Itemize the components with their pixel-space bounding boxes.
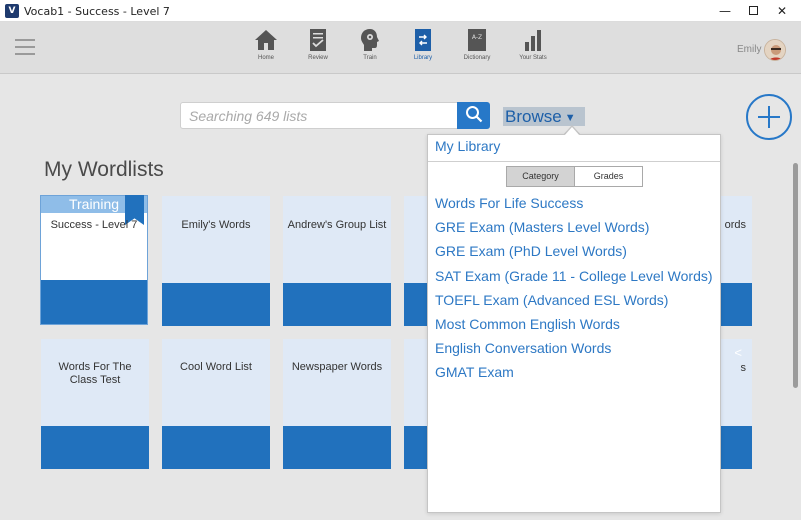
nav-dictionary-label: Dictionary — [463, 55, 491, 61]
vertical-scrollbar[interactable] — [793, 163, 798, 388]
train-icon — [361, 29, 379, 51]
category-item[interactable]: GRE Exam (Masters Level Words) — [435, 218, 713, 242]
wordlist-card[interactable]: Newspaper Words — [283, 339, 391, 469]
wordlist-card-name: ords — [724, 219, 746, 231]
wordlist-card-name: Words For The Class Test — [58, 361, 132, 386]
my-library-link[interactable]: My Library — [435, 138, 500, 154]
category-item[interactable]: Most Common English Words — [435, 315, 713, 339]
wordlist-card-name: Cool Word List — [180, 361, 252, 373]
wordlist-card-footer — [283, 426, 391, 469]
top-navigation: Home Review Train Library A-Z Dictionary — [0, 22, 801, 74]
menu-icon[interactable] — [15, 39, 35, 55]
nav-review[interactable]: Review — [292, 28, 344, 72]
dictionary-icon: A-Z — [468, 29, 486, 51]
stats-icon — [525, 30, 541, 51]
wordlist-card-footer — [283, 283, 391, 326]
nav-stats-label: Your Stats — [519, 55, 547, 61]
search-button[interactable] — [457, 102, 490, 129]
home-icon — [255, 30, 277, 50]
maximize-icon — [748, 6, 758, 15]
browse-menu: My Library Category Grades Words For Lif… — [427, 134, 721, 513]
wordlist-card-name: s — [740, 362, 747, 374]
wordlist-card[interactable] — [404, 196, 427, 326]
wordlist-card-footer — [721, 283, 752, 326]
wordlist-card-footer — [162, 426, 270, 469]
wordlist-card[interactable]: Cool Word List — [162, 339, 270, 469]
wordlist-card-name: Newspaper Words — [291, 361, 383, 373]
add-list-button[interactable] — [746, 94, 792, 140]
window-title: Vocab1 - Success - Level 7 — [24, 5, 170, 18]
wordlist-card-footer — [41, 280, 147, 324]
wordlist-card-footer — [404, 283, 427, 326]
nav-library[interactable]: Library — [397, 28, 449, 72]
share-icon[interactable]: < — [734, 345, 742, 360]
category-item[interactable]: SAT Exam (Grade 11 - College Level Words… — [435, 267, 713, 291]
nav-home-label: Home — [257, 55, 274, 61]
nav-stats[interactable]: Your Stats — [507, 28, 559, 72]
dropdown-pointer-inner — [564, 127, 580, 136]
wordlist-card[interactable]: < s — [721, 339, 752, 469]
nav-review-label: Review — [308, 55, 328, 61]
browse-dropdown[interactable]: Browse ▼ — [503, 107, 585, 126]
avatar[interactable] — [764, 39, 786, 61]
category-item[interactable]: TOEFL Exam (Advanced ESL Words) — [435, 291, 713, 315]
user-name[interactable]: Emily — [737, 44, 761, 55]
close-button[interactable]: ✕ — [763, 0, 801, 22]
wordlist-card-name: Success - Level 7 — [50, 219, 138, 231]
caret-down-icon: ▼ — [564, 112, 576, 124]
nav-home[interactable]: Home — [240, 28, 292, 72]
review-icon — [310, 29, 326, 51]
wordlist-card[interactable]: Words For The Class Test — [41, 339, 149, 469]
wordlist-card-footer — [721, 426, 752, 469]
wordlist-card-name: Andrew's Group List — [287, 219, 387, 231]
title-bar: V Vocab1 - Success - Level 7 — ✕ — [0, 0, 801, 22]
nav-dictionary[interactable]: A-Z Dictionary — [451, 28, 503, 72]
search-input[interactable] — [180, 102, 458, 129]
wordlist-card[interactable]: Emily's Words — [162, 196, 270, 326]
tab-grades[interactable]: Grades — [575, 166, 643, 187]
wordlist-card[interactable] — [404, 339, 427, 469]
app-icon: V — [5, 4, 19, 18]
divider — [428, 161, 720, 162]
svg-text:A-Z: A-Z — [472, 34, 482, 41]
category-item[interactable]: GRE Exam (PhD Level Words) — [435, 242, 713, 266]
wordlist-card-name: Emily's Words — [181, 219, 251, 231]
page-title: My Wordlists — [44, 158, 164, 181]
wordlist-card-footer — [162, 283, 270, 326]
nav-train[interactable]: Train — [344, 28, 396, 72]
category-item[interactable]: English Conversation Words — [435, 339, 713, 363]
nav-train-label: Train — [363, 55, 377, 61]
wordlist-card[interactable]: Andrew's Group List — [283, 196, 391, 326]
wordlist-card-footer — [41, 426, 149, 469]
search-icon — [465, 106, 482, 123]
category-item[interactable]: GMAT Exam — [435, 363, 713, 387]
browse-label: Browse — [505, 107, 562, 126]
wordlist-card-footer — [404, 426, 427, 469]
category-list: Words For Life Success GRE Exam (Masters… — [435, 194, 713, 388]
nav-library-label: Library — [413, 55, 433, 61]
category-item[interactable]: Words For Life Success — [435, 194, 713, 218]
library-icon — [415, 29, 431, 51]
tab-category[interactable]: Category — [506, 166, 575, 187]
wordlist-card[interactable]: ords — [721, 196, 752, 326]
wordlist-card[interactable]: Training Success - Level 7 — [40, 195, 148, 325]
avatar-image — [765, 40, 785, 60]
